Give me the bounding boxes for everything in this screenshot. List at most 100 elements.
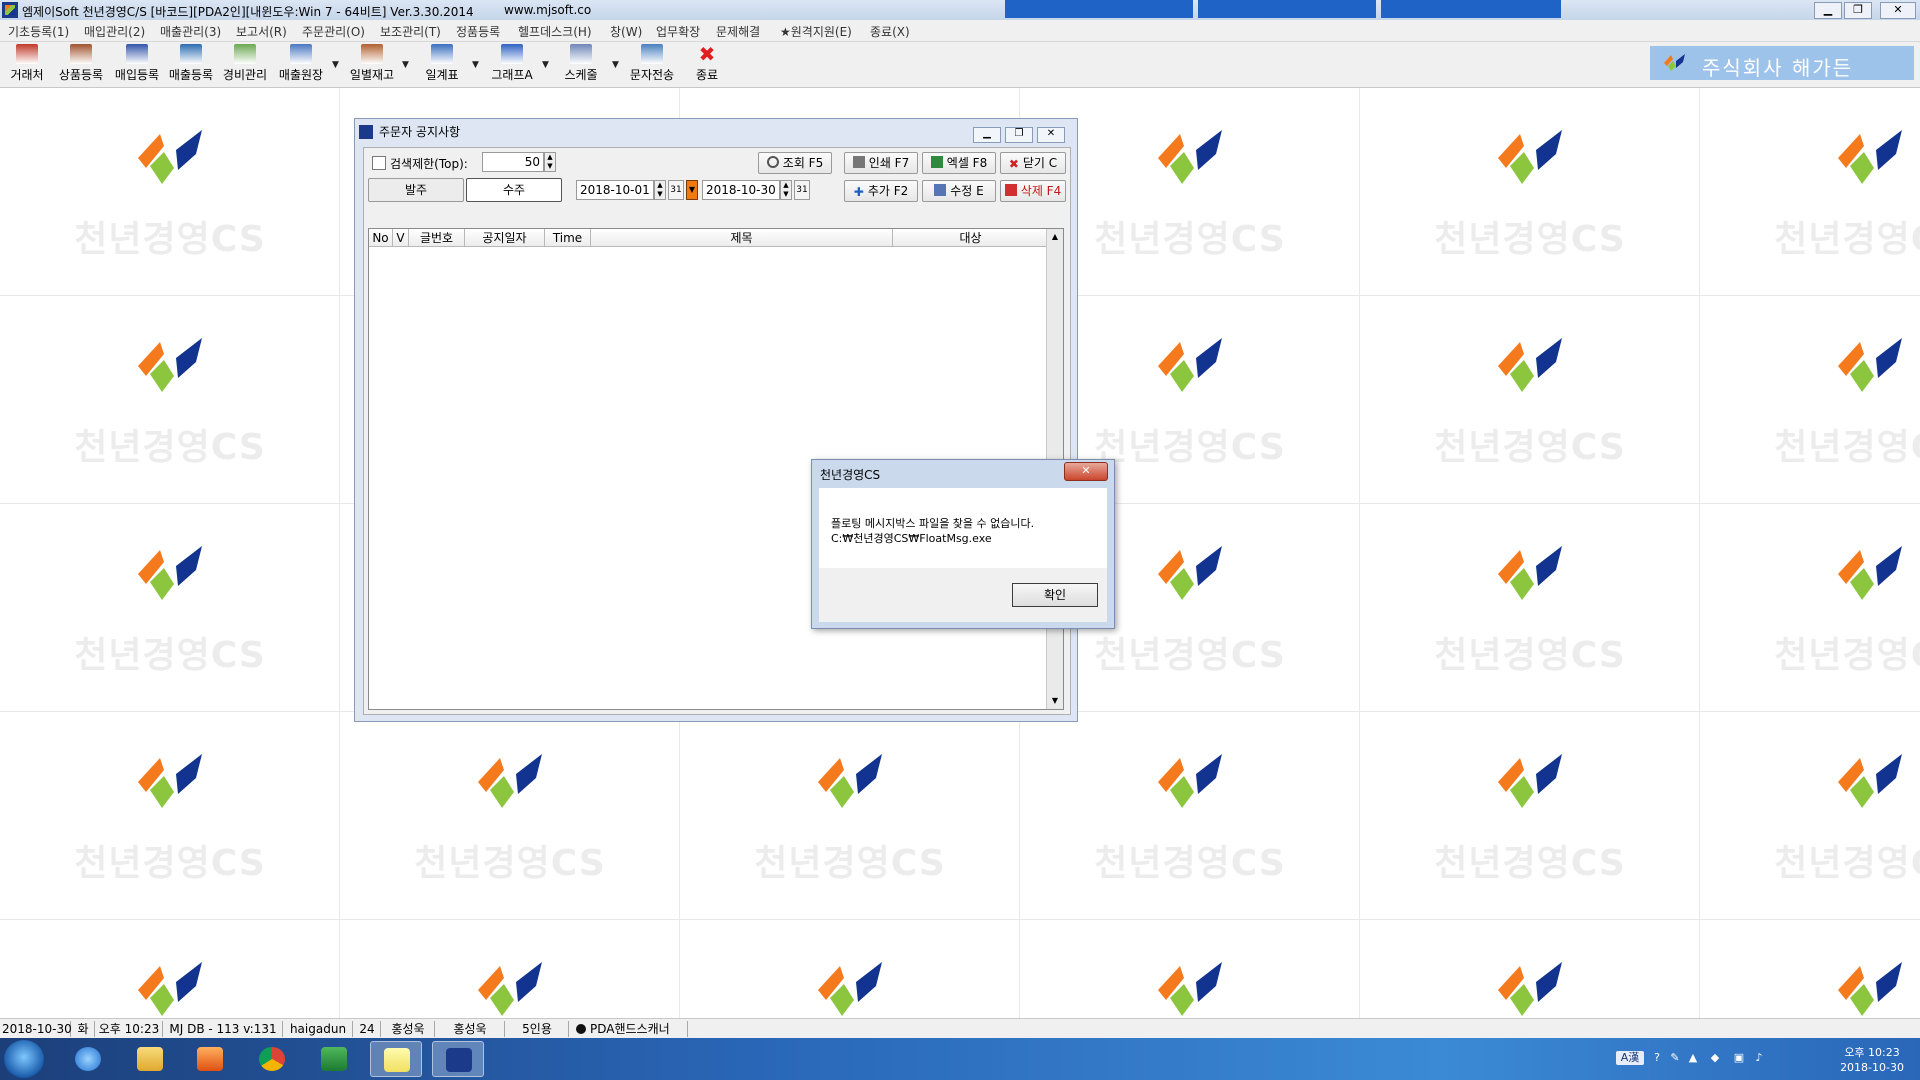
query-button[interactable]: 조회 F5 <box>758 152 832 174</box>
product-register-button[interactable]: 상품등록 <box>56 44 106 83</box>
edit-button[interactable]: 수정 E <box>922 180 996 202</box>
close-c-button[interactable]: ✖ 닫기 C <box>1000 152 1066 174</box>
system-tray: A漢 ? ✎ ▲ ◆ ▣ ♪ 오후 10:23 2018-10-30 <box>1612 1042 1912 1076</box>
purchase-register-button[interactable]: 매입등록 <box>112 44 162 83</box>
volume-icon[interactable]: ♪ <box>1752 1051 1766 1065</box>
column-header-no[interactable]: No <box>369 229 393 247</box>
maximize-button[interactable]: ❐ <box>1844 2 1872 19</box>
minimize-button[interactable]: ▁ <box>1814 2 1842 19</box>
column-header-notice-date[interactable]: 공지일자 <box>465 229 545 247</box>
child-maximize-button[interactable]: ❐ <box>1005 127 1033 143</box>
menu-item-troubleshoot[interactable]: 문제해결 <box>716 23 760 40</box>
network-icon[interactable]: ▣ <box>1732 1051 1746 1065</box>
menu-item-license[interactable]: 정품등록 <box>456 23 500 40</box>
tab-receive[interactable]: 수주 <box>466 178 562 202</box>
dialog-close-button[interactable]: ✕ <box>1064 462 1108 481</box>
chevron-down-icon[interactable]: ▼ <box>472 60 479 70</box>
sms-send-button[interactable]: 문자전송 <box>626 44 678 83</box>
taskbar-explorer[interactable] <box>124 1041 176 1077</box>
tab-order[interactable]: 발주 <box>368 178 464 202</box>
date-from-spinner[interactable]: ▲ ▼ <box>654 180 666 200</box>
search-limit-spinner[interactable]: ▲ ▼ <box>544 152 556 172</box>
expense-button[interactable]: 경비관리 <box>220 44 270 83</box>
chevron-down-icon[interactable]: ▼ <box>612 60 619 70</box>
help-icon[interactable]: ? <box>1650 1051 1664 1065</box>
menu-item-sales[interactable]: 매출관리(3) <box>160 23 221 40</box>
customer-button[interactable]: 거래처 <box>8 44 46 83</box>
search-limit-label: 검색제한(Top): <box>390 157 468 171</box>
company-logo-icon <box>138 338 202 392</box>
chevron-down-icon[interactable]: ▼ <box>332 60 339 70</box>
print-button[interactable]: 인쇄 F7 <box>844 152 918 174</box>
date-to-calendar-icon[interactable]: 31 <box>794 180 810 200</box>
date-from-input[interactable]: 2018-10-01 <box>576 180 654 200</box>
daily-stock-button[interactable]: 일별재고 <box>346 44 398 83</box>
search-limit-input[interactable]: 50 <box>482 152 544 172</box>
company-logo-icon <box>1664 54 1685 71</box>
scroll-up-icon[interactable]: ▲ <box>1047 229 1063 245</box>
company-logo-icon <box>818 962 882 1016</box>
company-logo-icon <box>1498 546 1562 600</box>
date-to-input[interactable]: 2018-10-30 <box>702 180 780 200</box>
date-range-arrow-icon[interactable]: ▼ <box>686 180 698 200</box>
menu-item-extend[interactable]: 업무확장 <box>656 23 700 40</box>
watermark-text: 천년경영CS <box>1774 219 1920 260</box>
notice-window: 주문자 공지사항 ▁ ❐ ✕ 검색제한(Top): 50 ▲ ▼ 조회 F5 인쇄… <box>354 118 1078 722</box>
sales-ledger-button[interactable]: 매출원장 <box>276 44 326 83</box>
chevron-down-icon[interactable]: ▼ <box>402 60 409 70</box>
menu-item-purchase[interactable]: 매입관리(2) <box>84 23 145 40</box>
dialog-message: 플로팅 메시지박스 파일을 찾을 수 없습니다. C:₩천년경영CS₩Float… <box>831 517 1035 545</box>
menu-item-report[interactable]: 보고서(R) <box>236 23 287 40</box>
ok-button[interactable]: 확인 <box>1012 583 1098 607</box>
column-header-time[interactable]: Time <box>545 229 591 247</box>
taskbar-notes[interactable] <box>370 1041 422 1077</box>
start-button[interactable] <box>4 1040 44 1078</box>
taskbar-excel[interactable] <box>308 1041 360 1077</box>
menu-bar: 기초등록(1) 매입관리(2) 매출관리(3) 보고서(R) 주문관리(O) 보… <box>0 20 1920 42</box>
watermark-text: 천년경영CS <box>1434 427 1626 468</box>
taskbar-ie[interactable] <box>62 1041 114 1077</box>
ime-indicator[interactable]: A漢 <box>1616 1051 1644 1065</box>
close-button[interactable]: ✕ <box>1880 2 1916 19</box>
scroll-down-icon[interactable]: ▼ <box>1047 693 1063 709</box>
date-from-calendar-icon[interactable]: 31 <box>668 180 684 200</box>
background-tile: 천년경영CS <box>1360 296 1700 504</box>
sales-register-button[interactable]: 매출등록 <box>166 44 216 83</box>
excel-button[interactable]: 엑셀 F8 <box>922 152 996 174</box>
menu-item-order[interactable]: 주문관리(O) <box>302 23 365 40</box>
column-header-v[interactable]: V <box>393 229 409 247</box>
menu-item-remote[interactable]: ★원격지원(E) <box>780 23 852 40</box>
date-to-spinner[interactable]: ▲ ▼ <box>780 180 792 200</box>
taskbar-cheonnyeon[interactable] <box>432 1041 484 1077</box>
menu-item-aux[interactable]: 보조관리(T) <box>380 23 441 40</box>
menu-item-window[interactable]: 창(W) <box>610 23 642 40</box>
dialog-body: 플로팅 메시지박스 파일을 찾을 수 없습니다. C:₩천년경영CS₩Float… <box>819 488 1107 568</box>
search-limit-checkbox[interactable] <box>372 156 386 170</box>
menu-item-exit[interactable]: 종료(X) <box>870 23 910 40</box>
purchase-icon <box>126 44 148 64</box>
menu-item-helpdesk[interactable]: 헬프데스크(H) <box>518 23 592 40</box>
company-logo-icon <box>478 754 542 808</box>
child-minimize-button[interactable]: ▁ <box>973 127 1001 143</box>
schedule-button[interactable]: 스케줄 <box>556 44 606 83</box>
graph-button[interactable]: 그래프A <box>486 44 538 83</box>
column-header-post-no[interactable]: 글번호 <box>409 229 465 247</box>
taskbar-media-player[interactable] <box>184 1041 236 1077</box>
exit-button[interactable]: ✖ 종료 <box>690 44 724 83</box>
tray-chevron-up-icon[interactable]: ▲ <box>1686 1051 1700 1065</box>
child-close-button[interactable]: ✕ <box>1037 127 1065 143</box>
column-header-target[interactable]: 대상 <box>893 229 1049 247</box>
chevron-down-icon[interactable]: ▼ <box>542 60 549 70</box>
taskbar: A漢 ? ✎ ▲ ◆ ▣ ♪ 오후 10:23 2018-10-30 <box>0 1038 1920 1080</box>
company-logo-icon <box>138 962 202 1016</box>
taskbar-chrome[interactable] <box>246 1041 298 1077</box>
add-button[interactable]: ✚ 추가 F2 <box>844 180 918 202</box>
menu-item-basic[interactable]: 기초등록(1) <box>8 23 69 40</box>
column-header-subject[interactable]: 제목 <box>591 229 893 247</box>
pen-icon[interactable]: ✎ <box>1668 1051 1682 1065</box>
system-clock[interactable]: 오후 10:23 2018-10-30 <box>1840 1045 1904 1075</box>
watermark-text: 천년경영CS <box>74 219 266 260</box>
delete-button[interactable]: 삭제 F4 <box>1000 180 1066 202</box>
tray-app-icon[interactable]: ◆ <box>1708 1051 1722 1065</box>
daily-report-button[interactable]: 일계표 <box>420 44 464 83</box>
